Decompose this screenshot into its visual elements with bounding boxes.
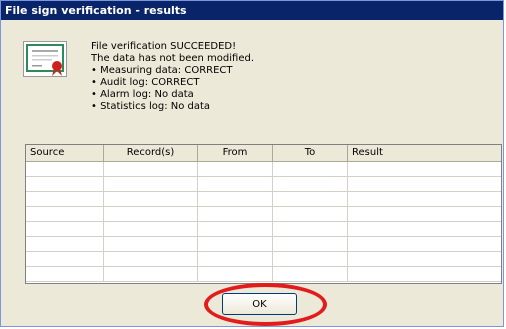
result-item: • Statistics log: No data [91,101,211,112]
table-row [26,252,501,267]
certificate-icon [23,41,67,77]
window-title: File sign verification - results [1,1,503,20]
table-row [26,177,501,192]
table-row [26,267,501,282]
table-row [26,192,501,207]
verification-dialog: File sign verification - results File ve… [0,0,504,327]
column-header-to[interactable]: To [273,145,348,161]
ok-button[interactable]: OK [222,293,297,315]
status-line: File verification SUCCEEDED! [91,41,237,52]
table-row [26,237,501,252]
results-table[interactable]: Source Record(s) From To Result [25,144,502,284]
verification-message: File verification SUCCEEDED! The data ha… [91,41,254,113]
table-body [26,162,501,282]
result-item: • Audit log: CORRECT [91,77,200,88]
column-header-source[interactable]: Source [26,145,104,161]
result-item: • Measuring data: CORRECT [91,65,233,76]
table-row [26,222,501,237]
column-header-from[interactable]: From [198,145,273,161]
table-row [26,162,501,177]
table-header: Source Record(s) From To Result [26,145,501,162]
table-row [26,207,501,222]
column-header-result[interactable]: Result [348,145,501,161]
column-header-records[interactable]: Record(s) [104,145,198,161]
info-line: The data has not been modified. [91,53,255,64]
result-item: • Alarm log: No data [91,89,194,100]
